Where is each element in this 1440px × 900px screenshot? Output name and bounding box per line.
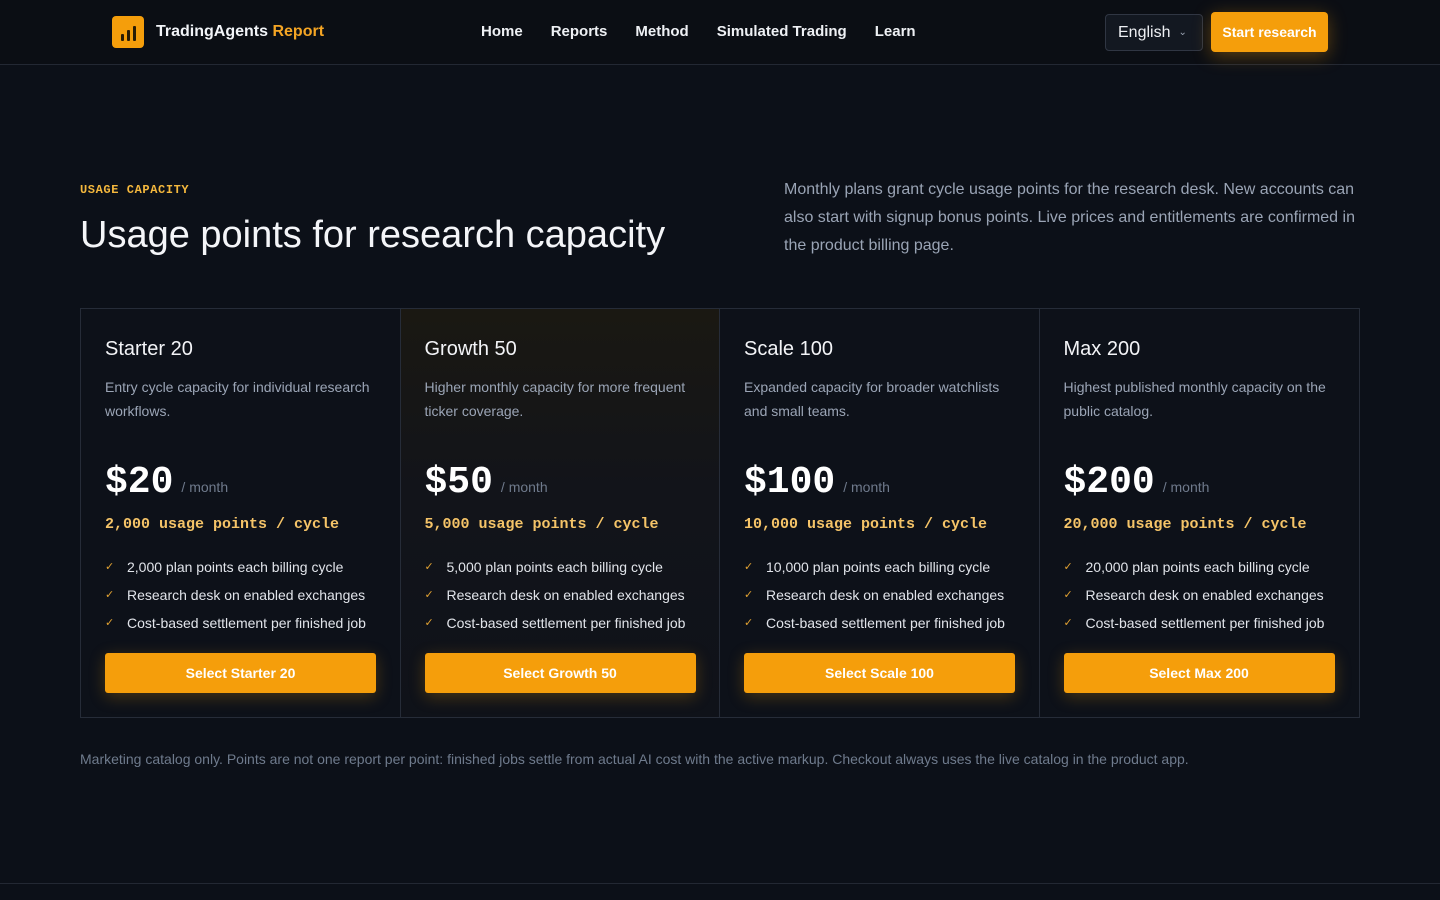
brand-name-accent: Report [272, 23, 325, 40]
feature-text: Cost-based settlement per finished job [446, 615, 686, 631]
plan-description: Entry cycle capacity for individual rese… [105, 379, 370, 419]
feature-item: ✓ Research desk on enabled exchanges [105, 581, 376, 609]
top-navigation-bar: TradingAgents Report Home Reports Method… [0, 0, 1440, 65]
feature-item: ✓ Cost-based settlement per finished job [105, 609, 376, 637]
check-icon: ✓ [424, 617, 434, 629]
plan-price-row: $50 / month [425, 461, 696, 504]
feature-text: 20,000 plan points each billing cycle [1085, 559, 1310, 575]
feature-text: Research desk on enabled exchanges [127, 587, 366, 603]
feature-text: Cost-based settlement per finished job [127, 615, 366, 631]
nav-home[interactable]: Home [481, 20, 523, 44]
check-icon: ✓ [424, 589, 434, 601]
plan-period: / month [843, 479, 890, 495]
plan-name: Scale 100 [744, 338, 833, 360]
nav-method[interactable]: Method [635, 20, 688, 44]
brand-name: TradingAgents Report [156, 23, 324, 41]
check-icon: ✓ [105, 589, 115, 601]
brand-name-primary: TradingAgents [156, 23, 269, 40]
select-max-200-button[interactable]: Select Max 200 [1063, 653, 1335, 693]
feature-item: ✓ Cost-based settlement per finished job [744, 609, 1015, 637]
pricing-cards: Starter 20 Entry cycle capacity for indi… [80, 308, 1360, 718]
plan-features: ✓ 2,000 plan points each billing cycle ✓ R… [105, 553, 376, 637]
start-research-button[interactable]: Start research [1211, 12, 1328, 52]
plan-features: ✓ 10,000 plan points each billing cycle ✓… [744, 553, 1015, 637]
check-icon: ✓ [424, 561, 434, 573]
feature-text: Research desk on enabled exchanges [1085, 587, 1324, 603]
plan-features: ✓ 20,000 plan points each billing cycle ✓… [1064, 553, 1336, 637]
feature-item: ✓ 20,000 plan points each billing cycle [1064, 553, 1336, 581]
feature-text: Research desk on enabled exchanges [766, 587, 1005, 603]
feature-item: ✓ 2,000 plan points each billing cycle [105, 553, 376, 581]
chevron-down-icon: ⌄ [1178, 27, 1187, 38]
plan-card-starter-20: Starter 20 Entry cycle capacity for indi… [81, 309, 401, 717]
feature-item: ✓ Research desk on enabled exchanges [744, 581, 1015, 609]
check-icon: ✓ [744, 561, 754, 573]
plan-price: $50 [424, 461, 493, 504]
check-icon: ✓ [1063, 589, 1073, 601]
feature-text: Cost-based settlement per finished job [766, 615, 1005, 631]
pricing-footnote: Marketing catalog only. Points are not o… [80, 751, 1189, 767]
plan-period: / month [1162, 479, 1210, 495]
check-icon: ✓ [744, 617, 754, 629]
plan-points: 5,000 usage points / cycle [424, 516, 659, 533]
feature-item: ✓ Research desk on enabled exchanges [1064, 581, 1336, 609]
main-nav: Home Reports Method Simulated Trading Le… [481, 20, 916, 44]
feature-text: Research desk on enabled exchanges [446, 587, 685, 603]
plan-points: 10,000 usage points / cycle [744, 516, 988, 533]
plan-points: 2,000 usage points / cycle [105, 516, 340, 533]
plan-card-max-200: Max 200 Highest published monthly capaci… [1040, 309, 1360, 717]
plan-description: Highest published monthly capacity on th… [1063, 379, 1326, 419]
bar-chart-icon [112, 16, 144, 48]
select-scale-100-button[interactable]: Select Scale 100 [744, 653, 1015, 693]
nav-simulated-trading[interactable]: Simulated Trading [717, 20, 847, 44]
plan-name: Max 200 [1063, 338, 1141, 360]
plan-description: Expanded capacity for broader watchlists… [744, 379, 1000, 419]
plan-price-row: $20 / month [105, 461, 376, 504]
language-select[interactable]: English ⌄ [1105, 14, 1203, 51]
intro-paragraph: Monthly plans grant cycle usage points f… [784, 181, 1355, 254]
nav-reports[interactable]: Reports [551, 20, 608, 44]
plan-name: Starter 20 [105, 338, 193, 360]
plan-price-row: $100 / month [744, 461, 1015, 504]
feature-text: 10,000 plan points each billing cycle [766, 559, 991, 575]
page-title: Usage points for research capacity [80, 214, 666, 256]
plan-price: $200 [1063, 461, 1155, 504]
feature-item: ✓ Cost-based settlement per finished job [1064, 609, 1336, 637]
section-eyebrow: USAGE CAPACITY [80, 183, 190, 197]
check-icon: ✓ [105, 617, 115, 629]
feature-item: ✓ Cost-based settlement per finished job [425, 609, 696, 637]
select-growth-50-button[interactable]: Select Growth 50 [424, 653, 696, 693]
plan-points: 20,000 usage points / cycle [1063, 516, 1307, 533]
plan-period: / month [181, 479, 229, 495]
plan-card-growth-50: Growth 50 Higher monthly capacity for mo… [400, 309, 720, 717]
language-select-value: English [1118, 23, 1171, 41]
feature-text: 2,000 plan points each billing cycle [127, 559, 344, 575]
feature-item: ✓ Research desk on enabled exchanges [425, 581, 696, 609]
select-starter-20-button[interactable]: Select Starter 20 [105, 653, 376, 693]
plan-price-row: $200 / month [1064, 461, 1336, 504]
feature-text: 5,000 plan points each billing cycle [446, 559, 663, 575]
check-icon: ✓ [744, 589, 754, 601]
feature-item: ✓ 5,000 plan points each billing cycle [425, 553, 696, 581]
check-icon: ✓ [1063, 617, 1073, 629]
plan-period: / month [500, 479, 548, 495]
plan-features: ✓ 5,000 plan points each billing cycle ✓ R… [425, 553, 696, 637]
plan-price: $20 [105, 461, 174, 504]
check-icon: ✓ [105, 561, 115, 573]
brand-logo-link[interactable]: TradingAgents Report [112, 16, 324, 48]
plan-price: $100 [744, 461, 836, 504]
nav-learn[interactable]: Learn [875, 20, 916, 44]
feature-item: ✓ 10,000 plan points each billing cycle [744, 553, 1015, 581]
plan-name: Growth 50 [424, 338, 517, 360]
feature-text: Cost-based settlement per finished job [1085, 615, 1325, 631]
plan-description: Higher monthly capacity for more frequen… [424, 379, 686, 419]
footer-divider [0, 883, 1440, 884]
check-icon: ✓ [1063, 561, 1073, 573]
plan-card-scale-100: Scale 100 Expanded capacity for broader … [720, 309, 1040, 717]
